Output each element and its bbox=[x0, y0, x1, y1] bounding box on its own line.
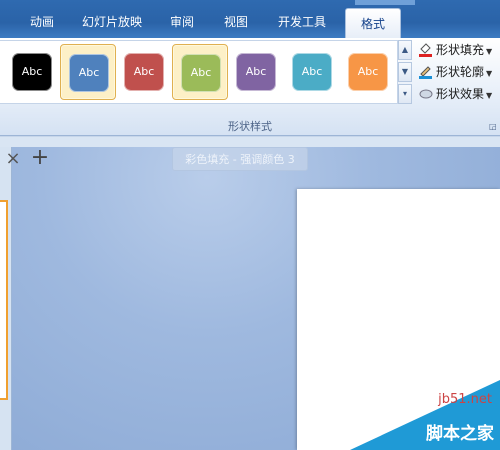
ribbon-panel: Abc Abc Abc Abc Abc Abc Abc ▲ ▼ ▾ 形状填充▼ bbox=[0, 38, 500, 136]
tab-animations[interactable]: 动画 bbox=[22, 10, 62, 34]
watermark-url: jb51.net bbox=[438, 392, 492, 407]
gallery-more-button[interactable]: ▾ bbox=[398, 84, 412, 104]
tab-developer[interactable]: 开发工具 bbox=[270, 10, 334, 34]
watermark: jb51.net 脚本之家 bbox=[350, 380, 500, 450]
add-icon[interactable]: + bbox=[29, 147, 51, 171]
style-swatch-purple: Abc bbox=[236, 53, 276, 91]
style-swatch-red: Abc bbox=[124, 53, 164, 91]
style-cell-1[interactable]: Abc bbox=[60, 44, 116, 100]
shape-fill-label: 形状填充 bbox=[436, 43, 485, 57]
shape-effects-icon bbox=[418, 86, 433, 101]
style-cell-2[interactable]: Abc bbox=[116, 44, 172, 100]
style-swatch-aqua: Abc bbox=[292, 53, 332, 91]
paint-bucket-icon bbox=[418, 42, 433, 57]
tab-view[interactable]: 视图 bbox=[216, 10, 256, 34]
style-swatch-blue: Abc bbox=[69, 54, 109, 92]
close-pane-icon[interactable]: × bbox=[3, 147, 23, 171]
style-cell-3[interactable]: Abc bbox=[172, 44, 228, 100]
style-swatch-orange: Abc bbox=[348, 53, 388, 91]
group-label-shape-styles: 形状样式 bbox=[228, 120, 272, 133]
shape-fill-button[interactable]: 形状填充 ▼ bbox=[418, 40, 492, 60]
tab-slide-show[interactable]: 幻灯片放映 bbox=[72, 10, 152, 34]
gallery-scroll-up-button[interactable]: ▲ bbox=[398, 40, 412, 60]
gallery-scroll-down-button[interactable]: ▼ bbox=[398, 62, 412, 82]
tab-review[interactable]: 审阅 bbox=[162, 10, 202, 34]
title-strip bbox=[355, 0, 415, 5]
style-tooltip: 彩色填充 - 强调颜色 3 bbox=[172, 147, 308, 171]
style-cell-4[interactable]: Abc bbox=[228, 44, 284, 100]
tab-format[interactable]: 格式 bbox=[345, 8, 401, 38]
slide-thumbnail[interactable] bbox=[0, 200, 8, 400]
style-swatch-green: Abc bbox=[181, 54, 221, 92]
dialog-launcher-icon[interactable]: ◲ bbox=[489, 122, 497, 131]
shape-outline-label: 形状轮廓 bbox=[436, 65, 485, 79]
pencil-icon bbox=[418, 64, 433, 79]
style-cell-6[interactable]: Abc bbox=[340, 44, 396, 100]
ribbon-bottom-strip bbox=[0, 137, 500, 147]
shape-effects-button[interactable]: 形状效果 ▼ bbox=[418, 84, 492, 104]
style-cell-5[interactable]: Abc bbox=[284, 44, 340, 100]
shape-outline-button[interactable]: 形状轮廓 ▼ bbox=[418, 62, 492, 82]
style-swatch-black: Abc bbox=[12, 53, 52, 91]
shape-effects-label: 形状效果 bbox=[436, 87, 485, 101]
gallery-scroll: ▲ ▼ ▾ bbox=[398, 40, 412, 104]
watermark-name: 脚本之家 bbox=[426, 424, 494, 444]
style-cell-0[interactable]: Abc bbox=[4, 44, 60, 100]
shape-styles-gallery: Abc Abc Abc Abc Abc Abc Abc bbox=[0, 40, 398, 104]
ribbon-tab-bar: 动画 幻灯片放映 审阅 视图 开发工具 格式 bbox=[0, 0, 500, 38]
